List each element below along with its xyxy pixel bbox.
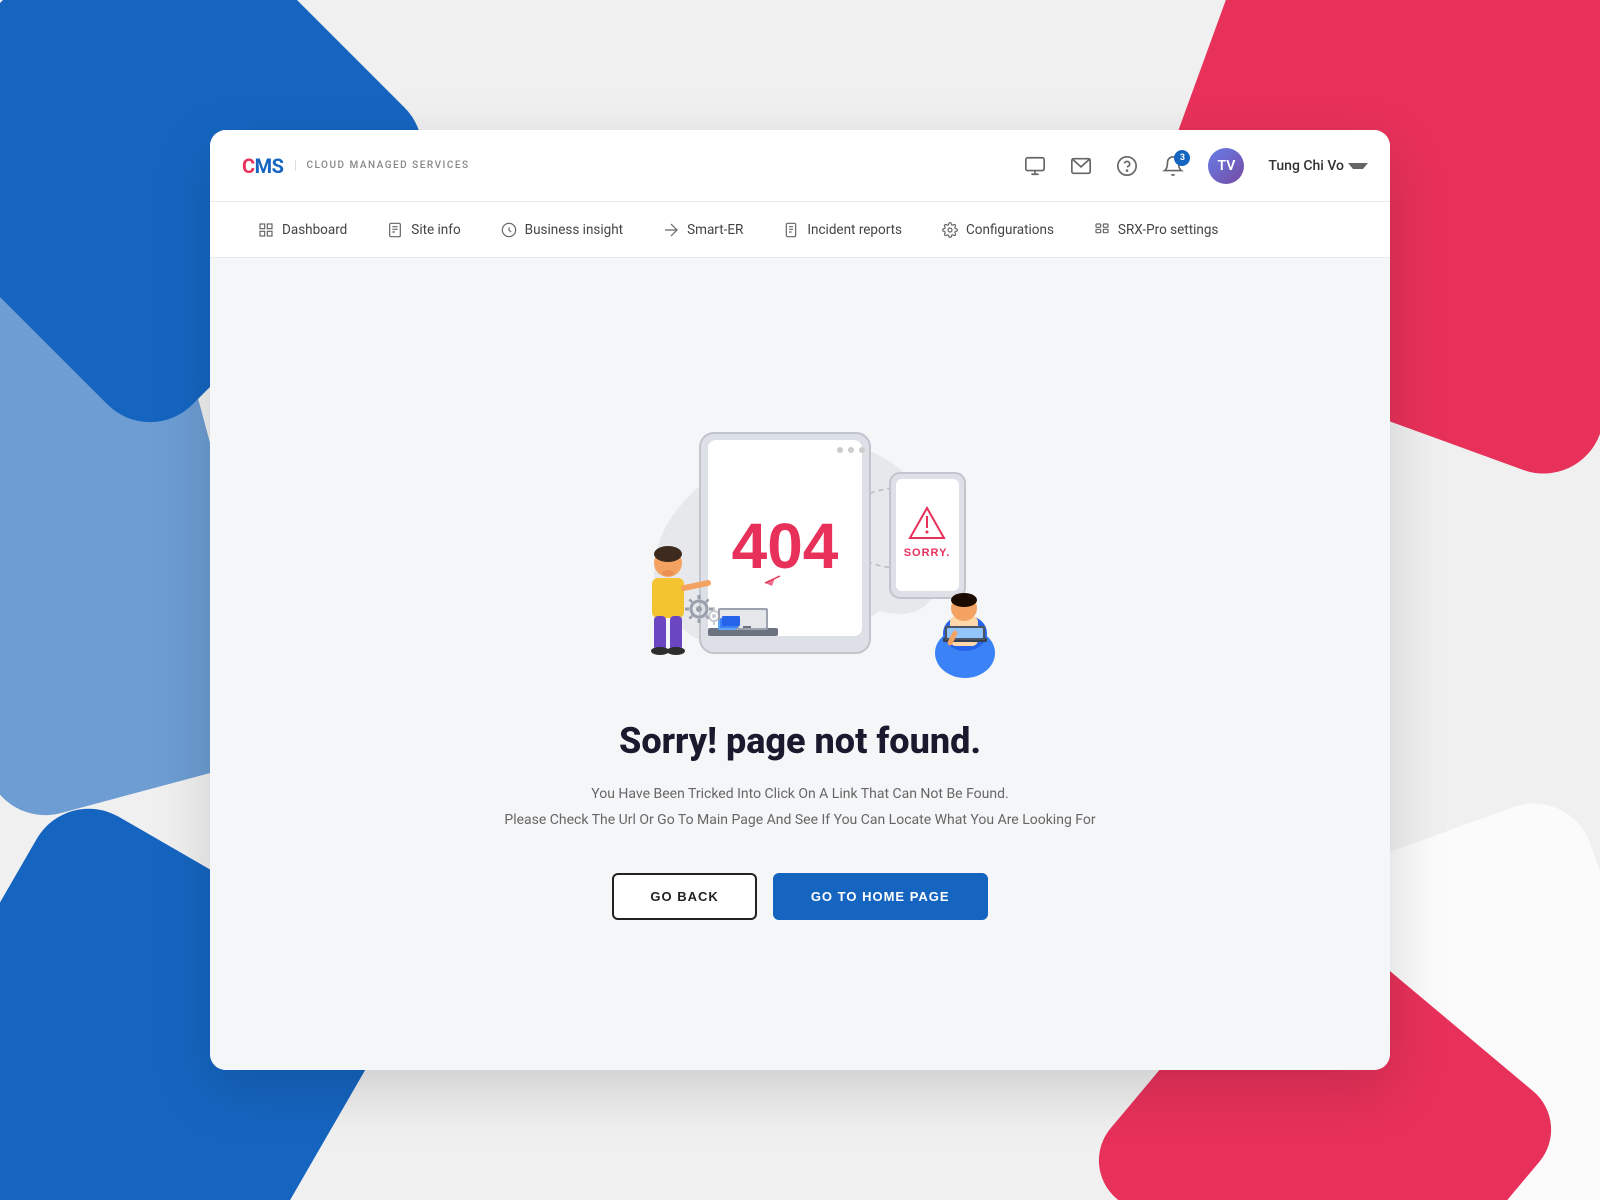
nav-item-configurations[interactable]: Configurations xyxy=(926,214,1070,246)
notification-badge: 3 xyxy=(1174,150,1190,166)
header-actions: 3 TV Tung Chi Vo xyxy=(1024,148,1358,184)
nav-item-srx-pro-settings[interactable]: SRX-Pro settings xyxy=(1078,214,1234,246)
bell-icon[interactable]: 3 xyxy=(1162,155,1184,177)
nav-bar: Dashboard Site info Business insight Sma… xyxy=(210,202,1390,258)
go-home-button[interactable]: GO TO HOME PAGE xyxy=(773,873,988,920)
go-back-button[interactable]: GO BACK xyxy=(612,873,756,920)
svg-text:404: 404 xyxy=(732,510,839,582)
site-info-icon xyxy=(387,222,403,238)
error-illustration: 404 xyxy=(590,408,1010,688)
screen-icon[interactable] xyxy=(1024,155,1046,177)
help-circle-icon[interactable] xyxy=(1116,155,1138,177)
configurations-icon xyxy=(942,222,958,238)
main-window: CMS CLOUD MANAGED SERVICES 3 xyxy=(210,130,1390,1070)
business-insight-icon xyxy=(501,222,517,238)
nav-item-business-insight[interactable]: Business insight xyxy=(485,214,639,246)
nav-item-incident-reports[interactable]: Incident reports xyxy=(767,214,918,246)
user-name[interactable]: Tung Chi Vo xyxy=(1268,158,1358,174)
smart-er-icon xyxy=(663,222,679,238)
avatar: TV xyxy=(1208,148,1244,184)
logo-subtitle: CLOUD MANAGED SERVICES xyxy=(295,160,469,171)
srx-pro-settings-icon xyxy=(1094,222,1110,238)
chevron-down-icon xyxy=(1348,163,1358,169)
main-content: 404 xyxy=(210,258,1390,1070)
mail-icon[interactable] xyxy=(1070,155,1092,177)
error-description: You Have Been Tricked Into Click On A Li… xyxy=(504,782,1095,832)
logo: CMS xyxy=(242,154,283,178)
header: CMS CLOUD MANAGED SERVICES 3 xyxy=(210,130,1390,202)
nav-item-site-info[interactable]: Site info xyxy=(371,214,476,246)
nav-item-smart-er[interactable]: Smart-ER xyxy=(647,214,759,246)
button-group: GO BACK GO TO HOME PAGE xyxy=(612,873,987,920)
svg-text:SORRY.: SORRY. xyxy=(904,547,951,559)
incident-reports-icon xyxy=(783,222,799,238)
dashboard-icon xyxy=(258,222,274,238)
error-title: Sorry! page not found. xyxy=(619,720,981,762)
logo-area: CMS CLOUD MANAGED SERVICES xyxy=(242,154,470,178)
nav-item-dashboard[interactable]: Dashboard xyxy=(242,214,363,246)
